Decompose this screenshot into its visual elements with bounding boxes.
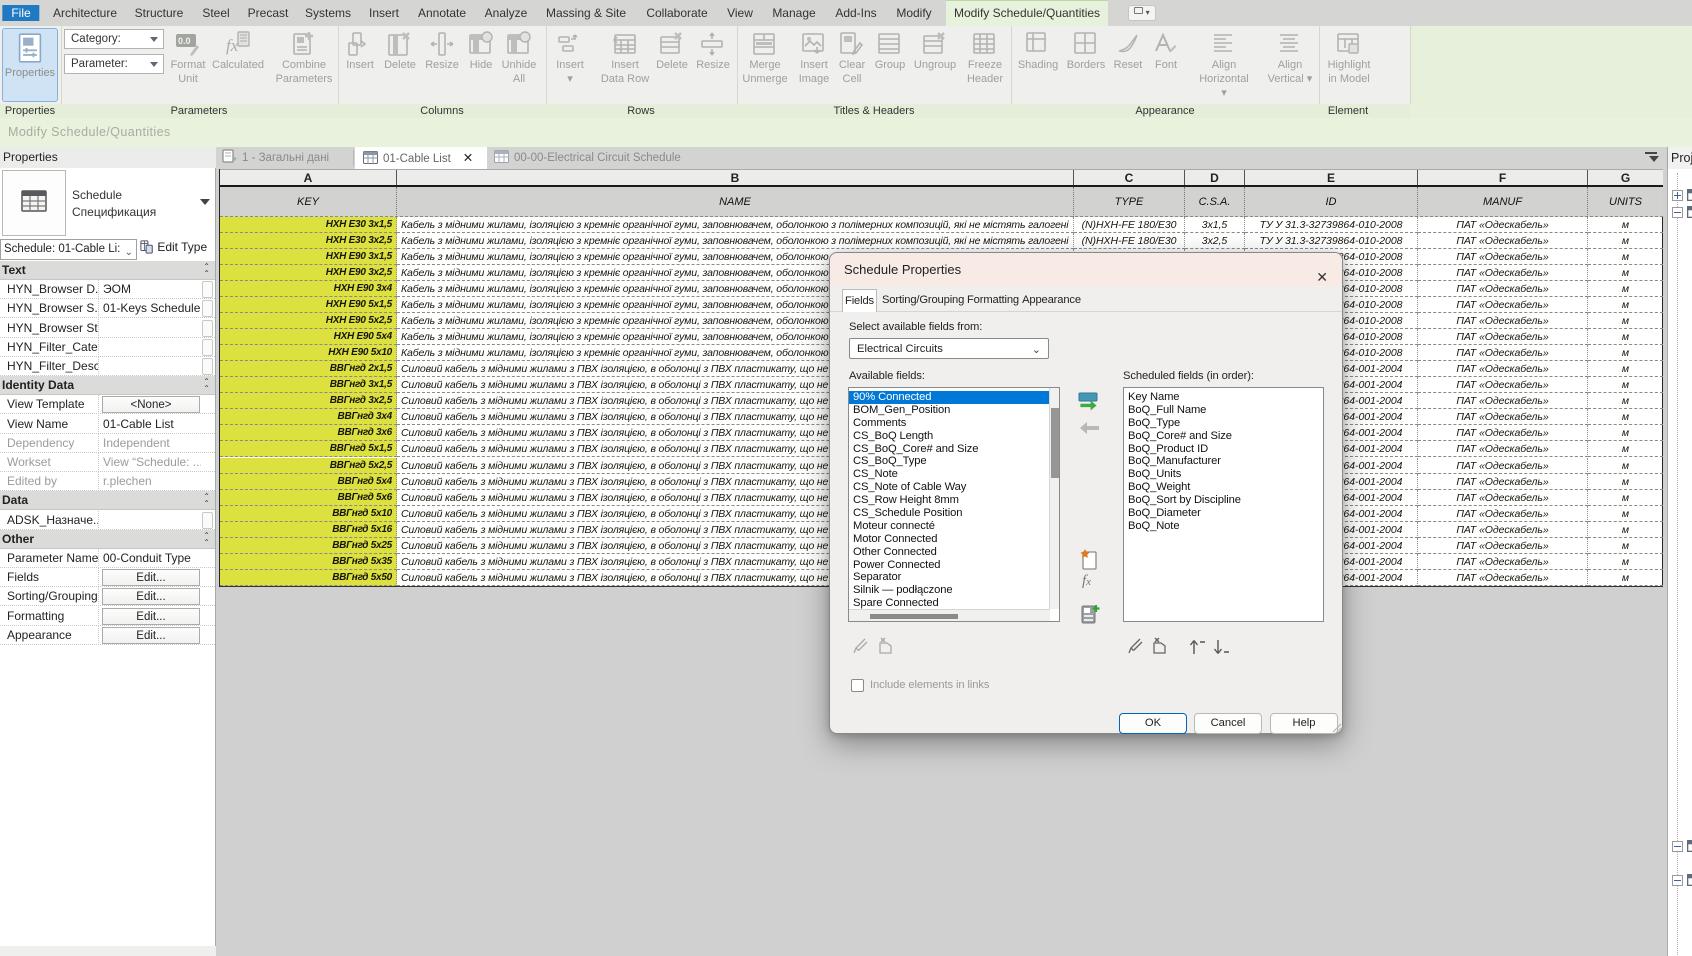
svg-text:0.0: 0.0 [178,36,191,46]
svg-text:fx: fx [226,36,239,55]
